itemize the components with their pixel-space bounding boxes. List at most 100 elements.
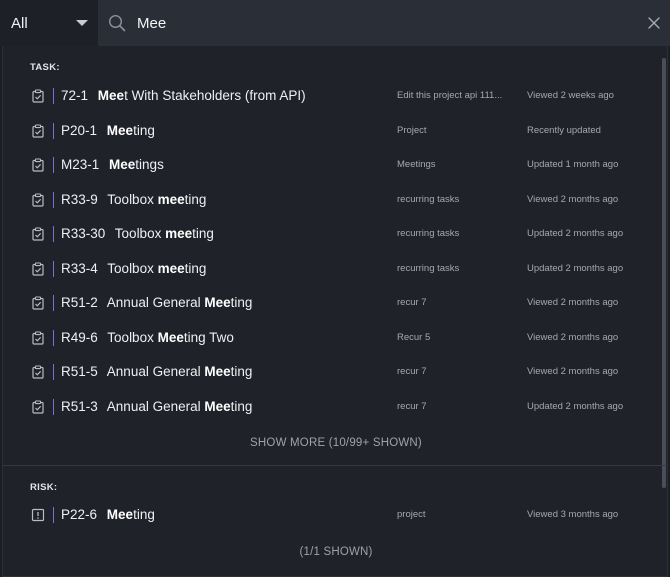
result-project: recur 7 xyxy=(397,366,427,377)
result-project: Project xyxy=(397,124,427,136)
result-row[interactable]: R51-3 Annual General Meeting recur 7 Updat… xyxy=(3,390,663,424)
result-row[interactable]: 72-1 Meet With Stakeholders (from API) Ed… xyxy=(3,79,663,113)
title-match: Mee xyxy=(204,295,231,310)
result-row[interactable]: R33-4 Toolbox meeting recurring tasks Upda… xyxy=(3,252,663,286)
title-suffix: ting xyxy=(133,507,155,522)
title-prefix: Annual General xyxy=(106,295,205,310)
result-row[interactable]: R49-6 Toolbox Meeting Two Recur 5 Viewed 2… xyxy=(3,321,663,355)
result-id: R49-6 xyxy=(61,329,98,345)
result-row[interactable]: R51-2 Annual General Meeting recur 7 Viewe… xyxy=(3,286,663,320)
title-suffix: ting xyxy=(230,398,253,414)
search-dialog: All TASK: 72-1 Meet With Stakeholders (f… xyxy=(0,0,670,577)
result-status: Viewed 2 months ago xyxy=(527,366,619,377)
title-match: Mee xyxy=(106,122,134,138)
result-row[interactable]: R51-5 Annual General Meeting recur 7 Viewe… xyxy=(3,355,663,389)
title-suffix: ting xyxy=(184,191,207,207)
title-prefix: Toolbox xyxy=(114,226,166,241)
row-accent-divider xyxy=(53,122,54,139)
title-suffix: ting xyxy=(133,122,155,138)
search-input[interactable] xyxy=(137,8,607,38)
row-accent-divider xyxy=(53,260,54,277)
title-suffix: ting Two xyxy=(183,329,234,345)
risk-shown-count: (1/1 SHOWN) xyxy=(299,546,373,558)
title-suffix: tings xyxy=(135,157,164,172)
result-status: Viewed 2 weeks ago xyxy=(527,90,614,101)
clipboard-icon xyxy=(32,192,44,207)
row-accent-divider xyxy=(53,398,54,415)
title-match: Mee xyxy=(106,507,134,522)
title-suffix: ting xyxy=(184,260,207,276)
result-row[interactable]: R33-9 Toolbox meeting recurring tasks View… xyxy=(3,183,663,217)
search-bar: All xyxy=(0,0,670,46)
result-title: R51-5 Annual General Meeting xyxy=(61,355,252,389)
title-suffix: t With Stakeholders (from API) xyxy=(124,88,306,103)
clipboard-icon xyxy=(32,158,44,172)
result-project: recur 7 xyxy=(397,400,427,412)
result-id: R33-30 xyxy=(61,226,106,241)
show-more-button[interactable]: SHOW MORE (10/99+ SHOWN) xyxy=(3,437,669,449)
row-accent-divider xyxy=(53,329,54,346)
clipboard-icon xyxy=(32,399,44,414)
title-match: Mee xyxy=(204,398,231,414)
title-prefix: Annual General xyxy=(106,364,205,379)
result-id: 72-1 xyxy=(61,88,89,103)
query-area xyxy=(98,0,670,46)
result-id: M23-1 xyxy=(61,157,100,172)
result-title: R33-4 Toolbox meeting xyxy=(61,252,206,286)
result-row[interactable]: M23-1 Meetings Meetings Updated 1 month ag… xyxy=(3,148,663,182)
result-id: R51-5 xyxy=(61,364,98,379)
title-match: mee xyxy=(157,191,185,207)
result-status: Updated 2 months ago xyxy=(527,400,624,412)
result-project: Recur 5 xyxy=(397,331,431,343)
result-id: P20-1 xyxy=(61,122,98,138)
result-status: Updated 2 months ago xyxy=(527,228,624,239)
title-match: Mee xyxy=(97,88,125,103)
clipboard-icon xyxy=(32,123,44,138)
result-status: Viewed 2 months ago xyxy=(527,193,619,205)
result-id: R51-3 xyxy=(61,398,98,414)
result-title: P20-1 Meeting xyxy=(61,114,155,148)
result-status: Recently updated xyxy=(527,124,601,136)
result-row[interactable]: P22-6 Meeting project Viewed 3 months ago xyxy=(3,498,663,532)
result-id: P22-6 xyxy=(61,507,98,522)
result-project: recurring tasks xyxy=(397,193,460,205)
result-title: R49-6 Toolbox Meeting Two xyxy=(61,321,234,355)
result-title: R51-3 Annual General Meeting xyxy=(61,390,252,424)
close-icon[interactable] xyxy=(648,17,660,29)
results-panel: TASK: 72-1 Meet With Stakeholders (from … xyxy=(2,46,668,577)
clipboard-icon xyxy=(32,330,44,345)
row-accent-divider xyxy=(53,226,54,242)
scope-dropdown[interactable]: All xyxy=(0,0,98,46)
row-accent-divider xyxy=(53,88,54,104)
result-project: recurring tasks xyxy=(397,262,460,274)
clipboard-icon xyxy=(32,365,44,379)
result-status: Viewed 2 months ago xyxy=(527,297,619,308)
title-suffix: ting xyxy=(192,226,214,241)
title-prefix: Toolbox xyxy=(107,260,158,276)
title-match: Mee xyxy=(109,157,136,172)
row-accent-divider xyxy=(53,157,54,173)
title-match: mee xyxy=(165,226,193,241)
risk-alert-icon xyxy=(31,508,45,522)
scope-value: All xyxy=(11,14,28,32)
result-title: R33-30 Toolbox meeting xyxy=(61,217,214,251)
title-prefix: Toolbox xyxy=(107,191,158,207)
clipboard-icon xyxy=(32,296,44,310)
result-title: M23-1 Meetings xyxy=(61,148,164,182)
result-id: R33-4 xyxy=(61,260,98,276)
result-project: recurring tasks xyxy=(397,228,460,239)
result-project: project xyxy=(397,509,426,520)
row-accent-divider xyxy=(53,364,54,380)
result-row[interactable]: R33-30 Toolbox meeting recurring tasks Upd… xyxy=(3,217,663,251)
result-id: R33-9 xyxy=(61,191,98,207)
result-id: R51-2 xyxy=(61,295,98,310)
title-match: Mee xyxy=(204,364,231,379)
title-suffix: ting xyxy=(230,364,253,379)
row-accent-divider xyxy=(53,295,54,311)
clipboard-icon xyxy=(32,261,44,276)
result-row[interactable]: P20-1 Meeting Project Recently updated xyxy=(3,114,663,148)
title-match: Mee xyxy=(157,329,184,345)
result-title: 72-1 Meet With Stakeholders (from API) xyxy=(61,79,306,113)
clipboard-icon xyxy=(32,89,44,103)
result-status: Viewed 3 months ago xyxy=(527,509,619,520)
